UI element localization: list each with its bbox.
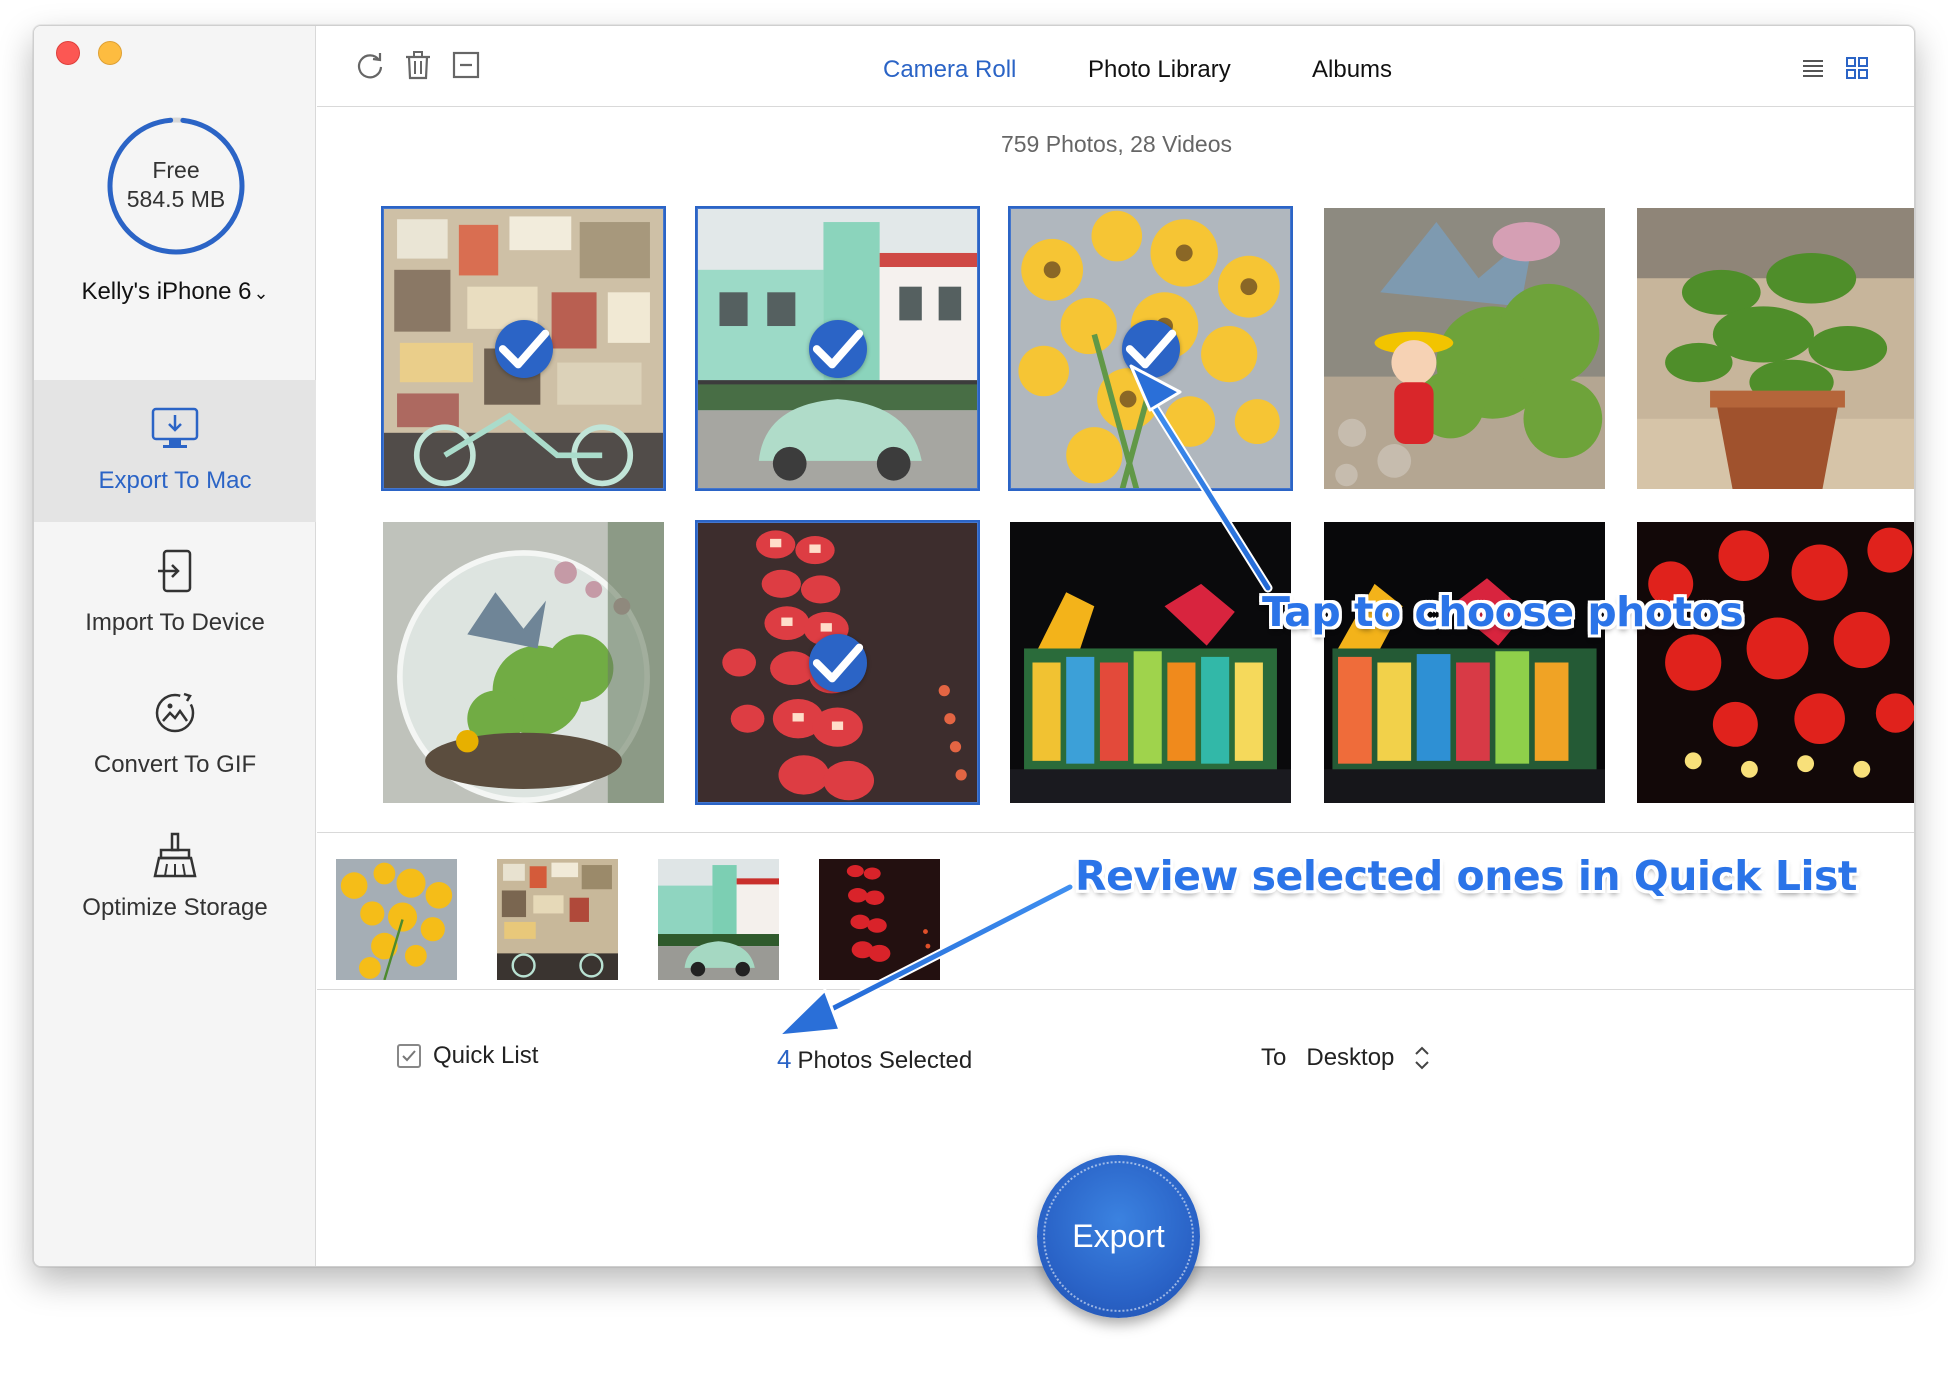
sidebar-item-label: Import To Device bbox=[85, 609, 265, 636]
deselect-icon[interactable] bbox=[451, 50, 481, 80]
destination-selector[interactable]: To Desktop bbox=[1261, 1044, 1430, 1072]
device-name: Kelly's iPhone 6 bbox=[81, 278, 252, 305]
gif-convert-icon bbox=[155, 692, 195, 733]
photo-red-lanterns-dark-image bbox=[1637, 522, 1914, 803]
export-label: Export bbox=[1072, 1218, 1165, 1254]
sidebar-item-convert-to-gif[interactable]: Convert To GIF bbox=[34, 664, 316, 806]
view-switcher bbox=[1801, 56, 1869, 80]
photo-tile-mint-plant[interactable] bbox=[1637, 208, 1914, 489]
chevron-down-icon: ⌄ bbox=[253, 283, 269, 303]
toolbar-actions bbox=[355, 50, 481, 80]
selected-check-icon bbox=[494, 319, 553, 378]
photo-lantern-festival-1-image bbox=[1010, 522, 1291, 803]
quick-list-thumb-red-lanterns[interactable] bbox=[819, 859, 940, 980]
destination-value: Desktop bbox=[1306, 1044, 1395, 1071]
photo-tile-collage-wall[interactable] bbox=[381, 206, 666, 491]
photo-count: 759 Photos, 28 Videos bbox=[1000, 131, 1233, 157]
selected-text: Photos Selected bbox=[797, 1047, 973, 1074]
main-panel: Camera Roll Photo Library Albums 759 Pho… bbox=[317, 26, 1914, 1266]
annotation-tap-to-choose: Tap to choose photos bbox=[1262, 588, 1744, 636]
export-button[interactable]: Export bbox=[1037, 1155, 1200, 1318]
trash-icon[interactable] bbox=[403, 50, 433, 80]
broom-icon bbox=[153, 832, 197, 878]
thumb-yellow-flowers-image bbox=[336, 859, 457, 980]
photo-grid bbox=[317, 176, 1914, 832]
photo-terrarium-image bbox=[383, 522, 664, 803]
tab-camera-roll[interactable]: Camera Roll bbox=[883, 56, 1016, 84]
sidebar-item-label: Optimize Storage bbox=[82, 894, 268, 921]
photo-tile-lantern-festival-1[interactable] bbox=[1010, 522, 1291, 803]
quick-list-thumb-collage-wall[interactable] bbox=[497, 859, 618, 980]
list-view-icon[interactable] bbox=[1801, 56, 1825, 80]
checkbox-icon bbox=[397, 1044, 421, 1068]
photo-tile-lantern-festival-2[interactable] bbox=[1324, 522, 1605, 803]
tab-albums[interactable]: Albums bbox=[1312, 56, 1392, 84]
sidebar-item-label: Convert To GIF bbox=[93, 751, 257, 778]
photo-tile-red-lanterns-dark[interactable] bbox=[1637, 522, 1914, 803]
photo-tile-red-lanterns[interactable] bbox=[695, 520, 980, 805]
storage-text: Free 584.5 MB bbox=[106, 156, 246, 214]
sidebar-item-label: Export To Mac bbox=[98, 467, 252, 494]
photo-tile-yellow-flowers[interactable] bbox=[1008, 206, 1293, 491]
thumb-mint-house-image bbox=[658, 859, 779, 980]
quick-list-label: Quick List bbox=[433, 1042, 539, 1069]
selected-number: 4 bbox=[777, 1044, 792, 1074]
photo-tile-terrarium[interactable] bbox=[383, 522, 664, 803]
thumb-red-lanterns-image bbox=[819, 859, 940, 980]
photo-tile-mint-house[interactable] bbox=[695, 206, 980, 491]
storage-value: 584.5 MB bbox=[126, 186, 226, 212]
selected-check-icon bbox=[808, 319, 867, 378]
refresh-icon[interactable] bbox=[355, 50, 385, 80]
to-label: To bbox=[1261, 1044, 1287, 1071]
photo-lantern-festival-2-image bbox=[1324, 522, 1605, 803]
toolbar: Camera Roll Photo Library Albums bbox=[317, 26, 1914, 107]
sidebar-item-optimize-storage[interactable]: Optimize Storage bbox=[34, 806, 316, 948]
annotation-review-quick-list: Review selected ones in Quick List bbox=[1075, 852, 1858, 900]
quick-list-thumb-mint-house[interactable] bbox=[658, 859, 779, 980]
device-selector[interactable]: Kelly's iPhone 6 ⌄ bbox=[34, 278, 316, 306]
quick-list-toggle[interactable]: Quick List bbox=[397, 1042, 538, 1070]
photo-succulent-figure-image bbox=[1324, 208, 1605, 489]
thumb-collage-wall-image bbox=[497, 859, 618, 980]
app-window: Free 584.5 MB Kelly's iPhone 6 ⌄ Export T… bbox=[33, 25, 1915, 1267]
close-window-button[interactable] bbox=[56, 41, 80, 65]
window-controls bbox=[56, 41, 122, 65]
import-icon bbox=[158, 549, 192, 593]
sidebar: Free 584.5 MB Kelly's iPhone 6 ⌄ Export T… bbox=[34, 26, 316, 1266]
quick-list-thumb-yellow-flowers[interactable] bbox=[336, 859, 457, 980]
photo-mint-plant-image bbox=[1637, 208, 1914, 489]
stepper-icon[interactable] bbox=[1414, 1044, 1430, 1072]
selected-count: 4 Photos Selected bbox=[777, 1044, 972, 1075]
grid-view-icon[interactable] bbox=[1845, 56, 1869, 80]
selected-check-icon bbox=[808, 633, 867, 692]
minimize-window-button[interactable] bbox=[98, 41, 122, 65]
selected-check-icon bbox=[1121, 319, 1180, 378]
monitor-download-icon bbox=[151, 407, 199, 448]
sidebar-item-import-to-device[interactable]: Import To Device bbox=[34, 522, 316, 664]
tab-photo-library[interactable]: Photo Library bbox=[1088, 56, 1231, 84]
photo-tile-succulent-figure[interactable] bbox=[1324, 208, 1605, 489]
sidebar-item-export-to-mac[interactable]: Export To Mac bbox=[34, 380, 316, 522]
storage-label: Free bbox=[152, 157, 200, 183]
